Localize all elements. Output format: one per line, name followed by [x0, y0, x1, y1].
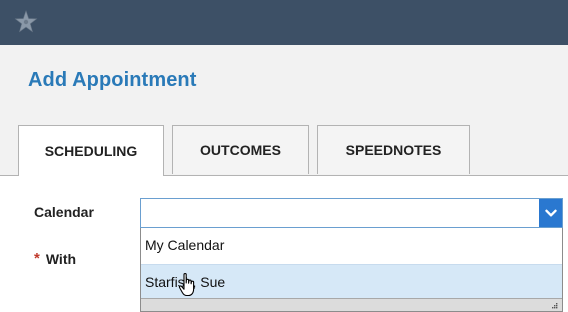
page-title: Add Appointment: [28, 69, 197, 91]
tab-strip: SCHEDULING OUTCOMES SPEEDNOTES: [0, 117, 568, 176]
top-bar: [0, 0, 568, 45]
with-label-text: With: [45, 250, 77, 267]
with-label: * With: [34, 250, 76, 267]
dropdown-scroll-footer: [141, 298, 562, 311]
dropdown-option[interactable]: My Calendar: [141, 228, 562, 262]
dropdown-option-highlighted[interactable]: Starfish, Sue: [141, 264, 562, 298]
calendar-label: Calendar: [34, 204, 94, 220]
calendar-select[interactable]: [140, 198, 563, 228]
starfish-logo-icon[interactable]: [14, 10, 38, 34]
tab-scheduling[interactable]: SCHEDULING: [18, 125, 164, 176]
chevron-down-icon: [544, 209, 557, 216]
scheduling-form: Calendar * With My Calendar Starfish, Su…: [0, 176, 568, 312]
calendar-dropdown-list: My Calendar Starfish, Sue: [140, 228, 563, 312]
resize-grip-icon[interactable]: [550, 302, 558, 310]
required-asterisk: *: [34, 250, 40, 267]
hand-pointer-icon: [178, 273, 195, 297]
tab-outcomes[interactable]: OUTCOMES: [172, 125, 309, 174]
calendar-select-toggle[interactable]: [539, 199, 562, 227]
title-area: Add Appointment: [0, 45, 568, 117]
tab-speednotes[interactable]: SPEEDNOTES: [317, 125, 470, 174]
